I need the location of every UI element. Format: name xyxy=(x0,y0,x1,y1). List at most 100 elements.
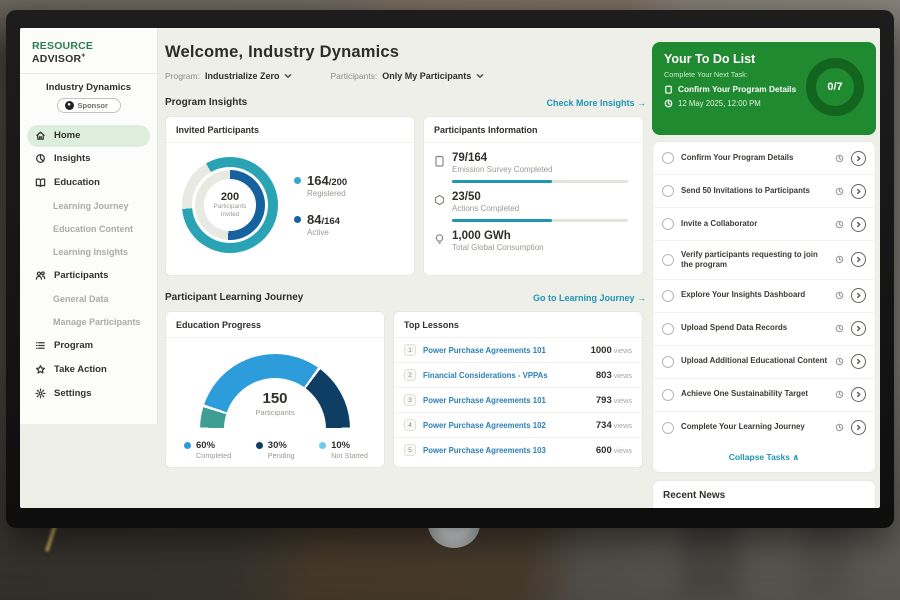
clipboard-icon xyxy=(664,85,673,94)
task-row[interactable]: Explore Your Insights Dashboard xyxy=(653,280,875,313)
clock-icon xyxy=(835,291,844,300)
arrow-right-icon: → xyxy=(637,98,646,108)
bulb-icon xyxy=(434,233,445,245)
education-progress-card: Education Progress 150 Participants 60% … xyxy=(165,311,385,468)
task-checkbox[interactable] xyxy=(662,389,674,401)
clock-icon xyxy=(835,423,844,432)
task-row[interactable]: Upload Spend Data Records xyxy=(653,313,875,346)
task-row[interactable]: Verify participants requesting to join t… xyxy=(653,241,875,280)
lesson-link[interactable]: Power Purchase Agreements 101 xyxy=(423,346,584,355)
invited-donut-chart: 200 Participants Invited xyxy=(182,157,278,253)
task-go-button[interactable] xyxy=(851,151,866,166)
sidebar-item-participants[interactable]: Participants xyxy=(20,264,157,288)
sidebar-item-education[interactable]: Education xyxy=(20,171,157,195)
education-legend: 60% Completed 30% Pending 10% Not Starte… xyxy=(166,430,384,460)
take-action-icon xyxy=(35,364,46,375)
check-more-insights-link[interactable]: Check More Insights → xyxy=(546,98,646,108)
filter-bar: Program: Industrialize Zero Participants… xyxy=(165,71,646,81)
todo-progress-ring: 0/7 xyxy=(806,58,864,116)
sidebar-item-settings[interactable]: Settings xyxy=(20,382,157,406)
lesson-link[interactable]: Power Purchase Agreements 102 xyxy=(423,421,589,430)
gear-icon xyxy=(35,388,46,399)
stat-global-consumption: 1,000 GWh Total Global Consumption xyxy=(434,230,631,252)
chevron-down-icon xyxy=(476,72,484,80)
task-row[interactable]: Achieve One Sustainability Target xyxy=(653,379,875,412)
task-go-button[interactable] xyxy=(851,420,866,435)
sidebar: RESOURCE ADVISOR+ Industry Dynamics ● Sp… xyxy=(20,28,158,508)
rank-badge: 1 xyxy=(404,344,416,356)
stat-actions-completed: 23/50 Actions Completed xyxy=(434,191,631,222)
recent-news-card: Recent News xyxy=(652,480,876,508)
clock-icon xyxy=(835,255,844,264)
task-row[interactable]: Complete Your Learning Journey xyxy=(653,412,875,444)
task-row[interactable]: Confirm Your Program Details xyxy=(653,142,875,175)
task-checkbox[interactable] xyxy=(662,422,674,434)
sponsor-badge-icon: ● xyxy=(65,101,74,110)
invited-legend: 164/200 Registered 84/164 Active xyxy=(294,173,347,237)
sidebar-item-insights[interactable]: Insights xyxy=(20,147,157,171)
org-name: Industry Dynamics xyxy=(20,82,157,93)
not-started-dot xyxy=(319,442,326,449)
lesson-row: 1 Power Purchase Agreements 101 1000view… xyxy=(394,338,642,363)
sidebar-item-take-action[interactable]: Take Action xyxy=(20,358,157,382)
lesson-link[interactable]: Power Purchase Agreements 103 xyxy=(423,446,589,455)
task-go-button[interactable] xyxy=(851,321,866,336)
legend-item-not-started: 10% Not Started xyxy=(319,440,368,460)
task-go-button[interactable] xyxy=(851,217,866,232)
task-go-button[interactable] xyxy=(851,387,866,402)
participants-information-card: Participants Information 79/164 Emission… xyxy=(423,116,644,276)
page-title: Welcome, Industry Dynamics xyxy=(165,43,646,62)
sidebar-item-general-data[interactable]: General Data xyxy=(20,288,157,311)
lesson-row: 4 Power Purchase Agreements 102 734views xyxy=(394,413,642,438)
task-row[interactable]: Invite a Collaborator xyxy=(653,208,875,241)
clock-icon xyxy=(835,357,844,366)
lesson-link[interactable]: Power Purchase Agreements 101 xyxy=(423,396,589,405)
active-dot xyxy=(294,216,301,223)
todo-column: Your To Do List Complete Your Next Task:… xyxy=(652,42,876,508)
chevron-up-icon: ∧ xyxy=(792,452,799,462)
program-dropdown[interactable]: Program: Industrialize Zero xyxy=(165,71,292,81)
task-checkbox[interactable] xyxy=(662,218,674,230)
lesson-link[interactable]: Financial Considerations - VPPAs xyxy=(423,371,589,380)
task-checkbox[interactable] xyxy=(662,290,674,302)
sidebar-nav: Home Insights Education Learning Journey… xyxy=(20,123,157,406)
clock-icon xyxy=(835,390,844,399)
sidebar-item-home[interactable]: Home xyxy=(27,125,150,147)
task-checkbox[interactable] xyxy=(662,356,674,368)
participants-dropdown[interactable]: Participants: Only My Participants xyxy=(330,71,484,81)
completed-dot xyxy=(184,442,191,449)
program-insights-heading: Program Insights xyxy=(165,97,247,108)
clock-icon xyxy=(835,324,844,333)
registered-dot xyxy=(294,177,301,184)
todo-task-list: Confirm Your Program Details Send 50 Inv… xyxy=(652,141,876,473)
task-checkbox[interactable] xyxy=(662,152,674,164)
sidebar-item-manage-participants[interactable]: Manage Participants xyxy=(20,311,157,334)
actions-icon xyxy=(434,194,445,206)
task-checkbox[interactable] xyxy=(662,254,674,266)
sidebar-item-learning-insights[interactable]: Learning Insights xyxy=(20,241,157,264)
sidebar-item-learning-journey[interactable]: Learning Journey xyxy=(20,195,157,218)
task-go-button[interactable] xyxy=(851,288,866,303)
task-row[interactable]: Upload Additional Educational Content xyxy=(653,346,875,379)
main-content: Welcome, Industry Dynamics Program: Indu… xyxy=(165,28,646,468)
sidebar-item-education-content[interactable]: Education Content xyxy=(20,218,157,241)
rank-badge: 4 xyxy=(404,419,416,431)
legend-item-completed: 60% Completed xyxy=(184,440,231,460)
rank-badge: 3 xyxy=(404,394,416,406)
legend-item-active: 84/164 Active xyxy=(294,212,347,237)
task-go-button[interactable] xyxy=(851,354,866,369)
sidebar-item-program[interactable]: Program xyxy=(20,334,157,358)
list-icon xyxy=(35,340,46,351)
task-go-button[interactable] xyxy=(851,252,866,267)
task-checkbox[interactable] xyxy=(662,323,674,335)
task-go-button[interactable] xyxy=(851,184,866,199)
clock-icon xyxy=(835,187,844,196)
task-checkbox[interactable] xyxy=(662,185,674,197)
go-to-learning-journey-link[interactable]: Go to Learning Journey → xyxy=(533,293,646,303)
clock-icon xyxy=(835,154,844,163)
pending-dot xyxy=(256,442,263,449)
collapse-tasks-link[interactable]: Collapse Tasks ∧ xyxy=(653,444,875,472)
stat-bar-fill-1 xyxy=(452,219,552,222)
stat-bar-fill-0 xyxy=(452,180,552,183)
task-row[interactable]: Send 50 Invitations to Participants xyxy=(653,175,875,208)
